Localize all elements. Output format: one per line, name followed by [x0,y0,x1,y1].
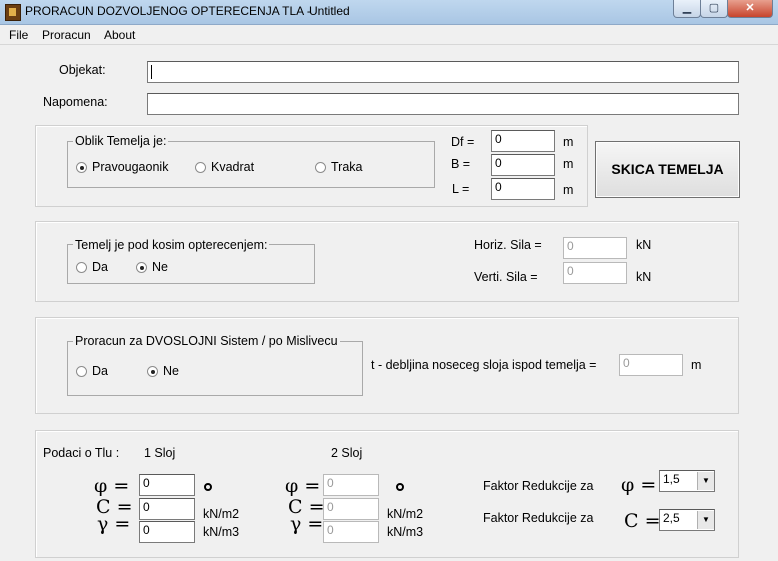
app-icon [5,4,21,21]
menu-proracun[interactable]: Proracun [42,28,91,42]
inclined-label-da[interactable]: Da [92,260,108,274]
text-cursor [151,65,152,79]
minimize-button[interactable]: ▁ [673,0,701,18]
maximize-button[interactable]: ▢ [700,0,728,18]
layer2-gamma-unit: kN/m3 [387,525,424,539]
layer2-c-input[interactable]: 0 [323,498,379,520]
note-input[interactable] [147,93,739,115]
layer1-phi-input[interactable]: 0 [139,474,195,496]
phi-symbol-1: φ = [94,475,130,497]
inclined-radio-da[interactable] [76,262,87,273]
layer2-gamma-input[interactable]: 0 [323,521,379,543]
two-layer-label-da[interactable]: Da [92,364,108,378]
menu-about[interactable]: About [104,28,135,42]
sketch-foundation-button[interactable]: SKICA TEMELJA [595,141,740,198]
l-input[interactable]: 0 [491,178,555,200]
close-button[interactable]: ✕ [727,0,773,18]
df-unit: m [563,135,574,149]
shape-radio-traka[interactable] [315,162,326,173]
reduction-c-value: 2,5 [663,511,680,525]
layer1-gamma-unit: kN/m3 [203,525,240,539]
reduction-c-label: Faktor Redukcije za [483,511,594,525]
object-input[interactable] [147,61,739,83]
degree-icon [396,483,404,491]
phi-symbol-2: φ = [285,475,321,497]
layer2-label: 2 Sloj [331,446,363,460]
horizontal-force-input[interactable]: 0 [563,237,627,259]
b-input[interactable]: 0 [491,154,555,176]
b-label: B = [451,157,471,171]
title-bar[interactable]: PRORACUN DOZVOLJENOG OPTERECENJA TLA - U… [0,0,778,25]
horizontal-force-label: Horiz. Sila = [474,238,542,252]
shape-radio-pravougaonik[interactable] [76,162,87,173]
vertical-force-unit: kN [636,270,652,284]
layer2-c-unit: kN/m2 [387,507,424,521]
note-label: Napomena: [43,95,108,109]
layer1-label: 1 Sloj [144,446,176,460]
soil-data-label: Podaci o Tlu : [43,446,120,460]
reduction-c-symbol: C = [624,510,661,532]
layer1-c-unit: kN/m2 [203,507,240,521]
l-unit: m [563,183,574,197]
shape-label-kvadrat[interactable]: Kvadrat [211,160,254,174]
gamma-symbol-1: γ = [97,513,131,535]
two-layer-radio-da[interactable] [76,366,87,377]
inclined-label-ne[interactable]: Ne [152,260,168,274]
l-label: L = [452,182,470,196]
reduction-phi-value: 1,5 [663,472,680,486]
inclined-load-title: Temelj je pod kosim opterecenjem: [73,238,270,252]
two-layer-label-ne[interactable]: Ne [163,364,179,378]
object-label: Objekat: [59,63,106,77]
chevron-down-icon[interactable]: ▼ [697,511,714,529]
layer-thickness-label: t - debljina noseceg sloja ispod temelja… [371,358,597,372]
gamma-symbol-2: γ = [290,513,324,535]
foundation-shape-title: Oblik Temelja je: [73,134,169,148]
layer2-phi-input[interactable]: 0 [323,474,379,496]
shape-radio-kvadrat[interactable] [195,162,206,173]
degree-icon [204,483,212,491]
menu-bar: File Proracun About [0,25,778,45]
shape-label-pravougaonik[interactable]: Pravougaonik [92,160,168,174]
shape-label-traka[interactable]: Traka [331,160,363,174]
inclined-radio-ne[interactable] [136,262,147,273]
layer-thickness-input[interactable]: 0 [619,354,683,376]
vertical-force-label: Verti. Sila = [474,270,538,284]
df-input[interactable]: 0 [491,130,555,152]
two-layer-title: Proracun za DVOSLOJNI Sistem / po Misliv… [73,334,340,348]
layer1-gamma-input[interactable]: 0 [139,521,195,543]
reduction-phi-select[interactable]: 1,5 ▼ [659,470,715,492]
menu-file[interactable]: File [9,28,28,42]
reduction-phi-symbol: φ = [621,474,657,496]
b-unit: m [563,157,574,171]
reduction-phi-label: Faktor Redukcije za [483,479,594,493]
two-layer-radio-ne[interactable] [147,366,158,377]
vertical-force-input[interactable]: 0 [563,262,627,284]
layer-thickness-unit: m [691,358,702,372]
horizontal-force-unit: kN [636,238,652,252]
chevron-down-icon[interactable]: ▼ [697,472,714,490]
layer1-c-input[interactable]: 0 [139,498,195,520]
window-title: PRORACUN DOZVOLJENOG OPTERECENJA TLA - [25,4,311,18]
two-layer-group [67,341,363,396]
reduction-c-select[interactable]: 2,5 ▼ [659,509,715,531]
df-label: Df = [451,135,475,149]
document-name: Untitled [309,4,350,18]
